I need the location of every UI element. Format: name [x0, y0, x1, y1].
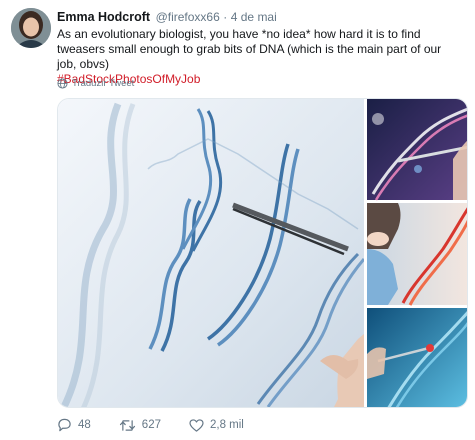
media-thumbnail-3[interactable]: [367, 308, 468, 408]
globe-icon: [57, 78, 68, 89]
author-handle[interactable]: @firefoxx66: [156, 10, 220, 24]
like-icon: [189, 418, 204, 432]
reply-count: 48: [78, 419, 91, 431]
translate-tweet-link[interactable]: Traduzir Tweet: [57, 78, 134, 89]
separator-dot: ·: [223, 10, 228, 24]
tweet-actions: 48 627 2,8 mil: [57, 418, 272, 432]
tweet-body: As an evolutionary biologist, you have *…: [57, 27, 442, 71]
reply-icon: [57, 418, 72, 432]
author-name[interactable]: Emma Hodcroft: [57, 10, 150, 24]
media-thumbnail-1[interactable]: [367, 99, 468, 201]
retweet-icon: [119, 419, 136, 432]
tweet-timestamp[interactable]: 4 de mai: [231, 10, 277, 24]
media-main-image[interactable]: [58, 99, 366, 408]
reply-button[interactable]: 48: [57, 418, 91, 432]
avatar-photo: [11, 8, 51, 48]
like-count: 2,8 mil: [209, 419, 244, 431]
translate-label: Traduzir Tweet: [72, 78, 135, 89]
retweet-button[interactable]: 627: [119, 419, 161, 432]
like-button[interactable]: 2,8 mil: [189, 418, 244, 432]
tweet-header: Emma Hodcroft @firefoxx66 · 4 de mai: [57, 9, 277, 25]
tweet-media-grid: [57, 98, 468, 408]
retweet-count: 627: [141, 419, 161, 431]
author-avatar[interactable]: [11, 8, 51, 48]
tweet: Emma Hodcroft @firefoxx66 · 4 de mai As …: [0, 0, 475, 440]
media-thumbnail-2[interactable]: [367, 203, 468, 306]
